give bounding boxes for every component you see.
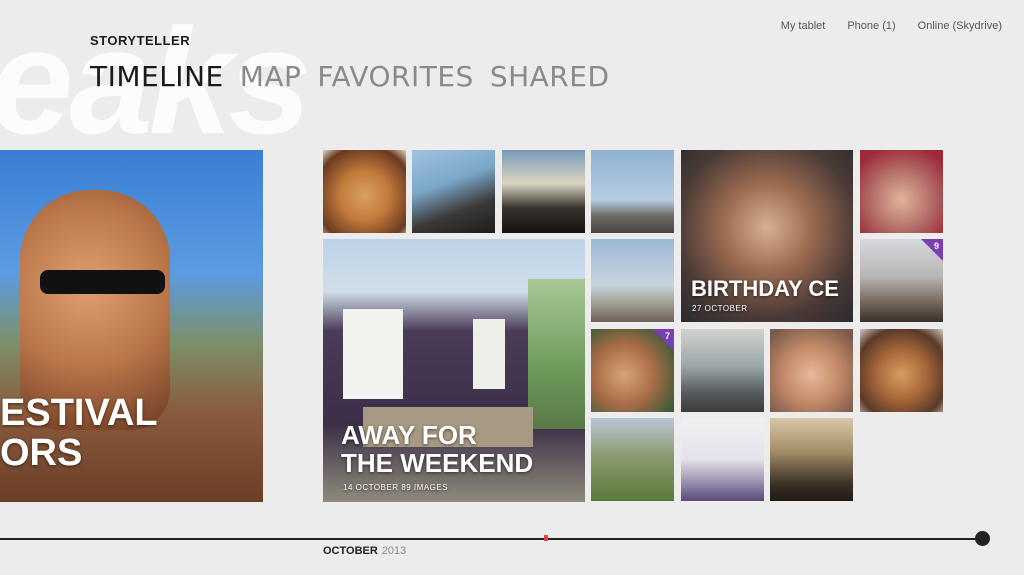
nav-map[interactable]: MAP (240, 60, 302, 93)
photo-pizza[interactable] (323, 150, 406, 233)
photo-girls-group[interactable] (860, 150, 943, 233)
album-festival-colors[interactable]: ESTIVAL ORS (0, 150, 263, 502)
nav-favorites[interactable]: FAVORITES (317, 60, 473, 93)
timeline-current-marker (544, 535, 548, 541)
album-title: BIRTHDAY CE (691, 276, 839, 301)
source-switcher: My tablet Phone (1) Online (Skydrive) (781, 20, 1002, 32)
photo-vespa[interactable] (681, 329, 764, 412)
photo-friends-selfie[interactable] (412, 150, 495, 233)
photo-tent-sunset[interactable] (502, 150, 585, 233)
album-subtitle: 14 OCTOBER 89 IMAGES (343, 483, 448, 492)
album-title-line1: AWAY FOR (341, 420, 477, 450)
photo-smiling-man[interactable]: 7 (591, 329, 674, 412)
source-phone[interactable]: Phone (1) (847, 20, 895, 32)
photo-sailboat[interactable] (591, 239, 674, 322)
photo-count-badge (652, 329, 674, 351)
nav-shared[interactable]: SHARED (490, 60, 610, 93)
album-title-line1: ESTIVAL (0, 392, 158, 434)
timeline-track[interactable] (0, 538, 985, 540)
photo-seagulls[interactable] (591, 150, 674, 233)
album-birthday[interactable]: BIRTHDAY CE 27 OCTOBER (681, 150, 853, 322)
month-name: OCTOBER (323, 545, 378, 557)
photo-sunset-couple[interactable] (770, 418, 853, 501)
garden-trees (528, 279, 585, 429)
timeline-month-label: OCTOBER 2013 (323, 545, 406, 557)
photo-count: 7 (664, 331, 670, 341)
year-label: 2013 (381, 545, 407, 557)
nav-timeline[interactable]: TIMELINE (90, 60, 224, 93)
album-title-line2: ORS (0, 432, 83, 474)
source-online-skydrive[interactable]: Online (Skydrive) (918, 20, 1002, 32)
photo-portrait-white[interactable] (681, 418, 764, 501)
main-nav: TIMELINE MAP FAVORITES SHARED (90, 60, 610, 93)
cabin-door-left (343, 309, 403, 399)
sunglasses-shape (40, 270, 165, 294)
app-title: STORYTELLER (90, 33, 191, 48)
album-title-line2: THE WEEKEND (341, 448, 534, 478)
cabin-door-right (473, 319, 505, 389)
photo-burger[interactable] (860, 329, 943, 412)
photo-count: 9 (933, 241, 939, 251)
album-date: 27 OCTOBER (692, 304, 748, 313)
source-my-tablet[interactable]: My tablet (781, 20, 826, 32)
timeline-slider-handle[interactable] (975, 531, 990, 546)
album-away-for-the-weekend[interactable]: AWAY FOR THE WEEKEND 14 OCTOBER 89 IMAGE… (323, 239, 585, 502)
photo-group-selfie[interactable] (770, 329, 853, 412)
photo-count-badge (921, 239, 943, 261)
photo-picnic-grass[interactable] (591, 418, 674, 501)
photo-concert-crowd[interactable]: 9 (860, 239, 943, 322)
